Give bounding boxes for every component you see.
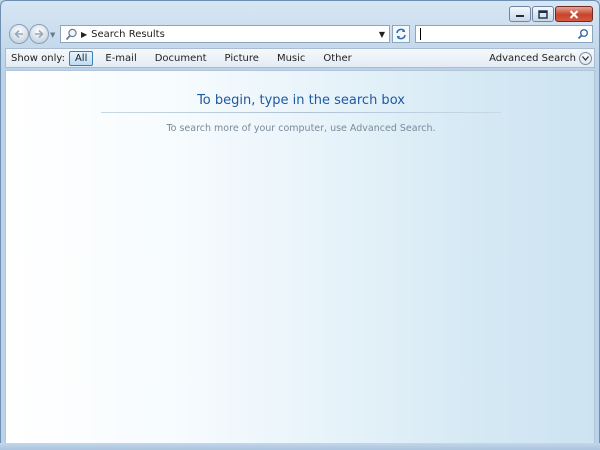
search-results-pane: To begin, type in the search box To sear…: [5, 70, 595, 444]
recent-pages-dropdown[interactable]: ▼: [50, 31, 55, 39]
address-bar[interactable]: ▶ Search Results ▼: [60, 25, 390, 43]
refresh-icon: [396, 28, 406, 40]
close-button[interactable]: [555, 6, 593, 22]
filter-all-button[interactable]: All: [68, 50, 94, 66]
filter-document-button[interactable]: Document: [149, 51, 213, 66]
search-folder-icon: [61, 28, 81, 41]
maximize-button[interactable]: [532, 6, 554, 22]
maximize-icon: [538, 9, 548, 19]
minimize-icon: [516, 15, 524, 17]
close-icon: [569, 9, 579, 19]
advanced-search-button[interactable]: Advanced Search: [489, 51, 594, 65]
search-box[interactable]: [415, 25, 593, 43]
show-only-label: Show only:: [11, 52, 65, 64]
window-bottom-border: [0, 443, 600, 450]
empty-state-hint: To search more of your computer, use Adv…: [166, 123, 436, 134]
address-path: Search Results: [91, 28, 165, 40]
advanced-search-label: Advanced Search: [489, 52, 576, 64]
filter-email-button[interactable]: E-mail: [99, 51, 142, 66]
filter-other-button[interactable]: Other: [317, 51, 357, 66]
refresh-button[interactable]: [392, 25, 410, 43]
caption-buttons: [508, 6, 593, 22]
text-caret: [420, 28, 421, 40]
explorer-window: ▼ ▶ Search Results ▼ Show only: All E-ma…: [0, 0, 600, 450]
address-dropdown-icon[interactable]: ▼: [375, 30, 389, 39]
search-icon[interactable]: [577, 28, 589, 40]
chevron-down-icon: [579, 51, 592, 65]
filter-music-button[interactable]: Music: [271, 51, 311, 66]
divider: [101, 112, 501, 113]
back-arrow-icon: [14, 29, 23, 39]
forward-button[interactable]: [29, 24, 49, 44]
search-input[interactable]: [418, 27, 568, 41]
breadcrumb-separator-icon[interactable]: ▶: [81, 30, 87, 39]
empty-state-title: To begin, type in the search box: [197, 93, 405, 108]
filter-picture-button[interactable]: Picture: [219, 51, 265, 66]
minimize-button[interactable]: [509, 6, 531, 22]
forward-arrow-icon: [35, 29, 44, 39]
filter-toolbar: Show only: All E-mail Document Picture M…: [5, 48, 595, 68]
back-button[interactable]: [9, 24, 29, 44]
